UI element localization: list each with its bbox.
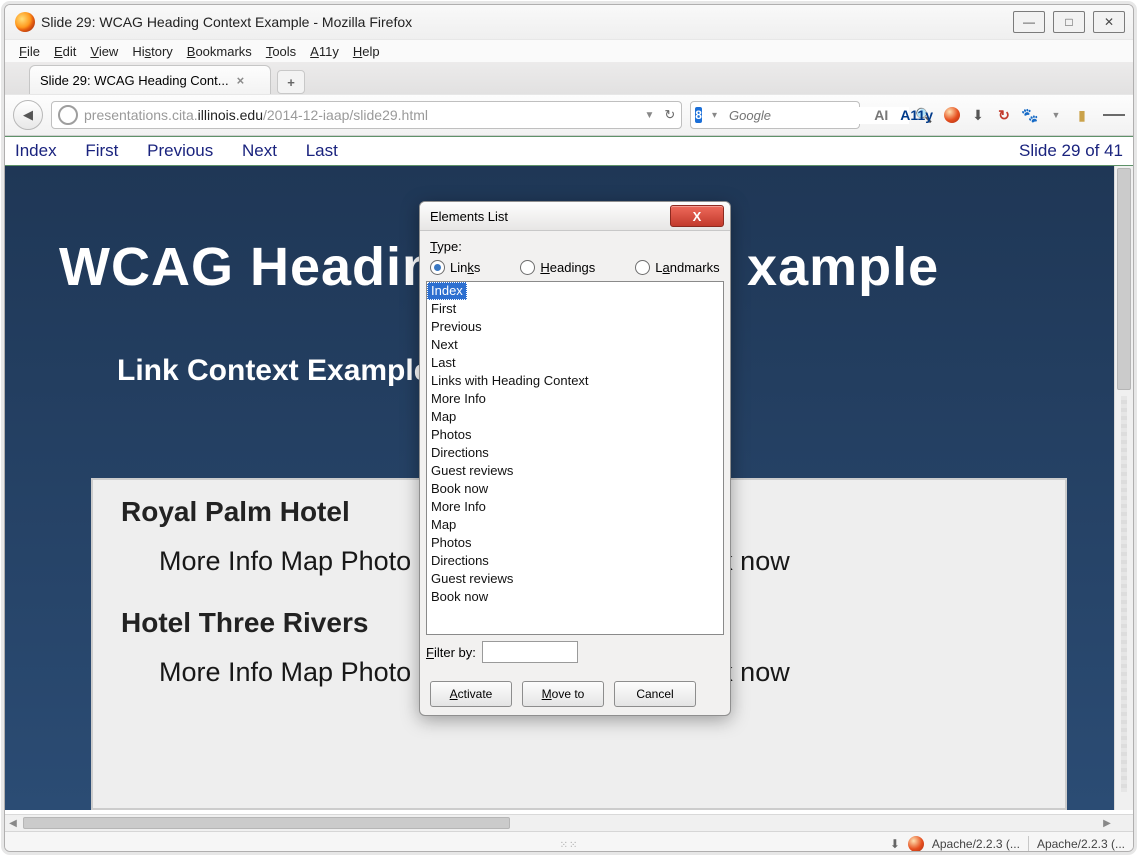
- status-alert-icon[interactable]: [908, 836, 924, 852]
- list-item[interactable]: Index: [427, 282, 467, 300]
- back-button[interactable]: ◀: [13, 100, 43, 130]
- list-item[interactable]: Photos: [427, 534, 723, 552]
- dialog-titlebar[interactable]: Elements List X: [420, 202, 730, 231]
- toolbar-download-icon[interactable]: ⬇: [967, 104, 989, 126]
- toolbar-ai[interactable]: AI: [870, 104, 892, 126]
- menu-tools[interactable]: Tools: [266, 44, 296, 59]
- nav-next[interactable]: Next: [242, 141, 277, 160]
- url-text: presentations.cita.illinois.edu/2014-12-…: [84, 107, 634, 123]
- url-bar[interactable]: presentations.cita.illinois.edu/2014-12-…: [51, 101, 682, 129]
- maximize-button[interactable]: □: [1053, 11, 1085, 33]
- filter-label: Filter by:: [426, 645, 476, 660]
- list-item[interactable]: Guest reviews: [427, 570, 723, 588]
- menu-history[interactable]: History: [132, 44, 172, 59]
- firefox-icon: [15, 12, 35, 32]
- list-item[interactable]: Map: [427, 516, 723, 534]
- type-label: Type:: [430, 239, 720, 254]
- minimize-button[interactable]: —: [1013, 11, 1045, 33]
- reload-icon[interactable]: ↻: [664, 107, 675, 123]
- firefox-window: Slide 29: WCAG Heading Context Example -…: [4, 4, 1134, 852]
- h-scroll-left-icon[interactable]: ◀: [5, 815, 21, 831]
- list-item[interactable]: Guest reviews: [427, 462, 723, 480]
- search-engine-dropdown-icon[interactable]: ▾: [712, 110, 717, 121]
- list-item[interactable]: Map: [427, 408, 723, 426]
- menu-edit[interactable]: Edit: [54, 44, 76, 59]
- status-download-icon[interactable]: ⬇: [890, 837, 900, 851]
- list-item[interactable]: Last: [427, 354, 723, 372]
- nav-first[interactable]: First: [85, 141, 118, 160]
- menu-bookmarks[interactable]: Bookmarks: [187, 44, 252, 59]
- toolbar-reload-icon[interactable]: ↻: [993, 104, 1015, 126]
- menu-view[interactable]: View: [90, 44, 118, 59]
- list-item[interactable]: Previous: [427, 318, 723, 336]
- nav-toolbar: ◀ presentations.cita.illinois.edu/2014-1…: [5, 94, 1133, 136]
- new-tab-button[interactable]: +: [277, 70, 305, 94]
- nav-previous[interactable]: Previous: [147, 141, 213, 160]
- resize-grip-icon: ⁙⁙: [560, 840, 579, 851]
- url-dropdown-icon[interactable]: ▼: [644, 110, 654, 121]
- type-radio-group: Links Headings Landmarks: [430, 260, 720, 275]
- toolbar-paw-icon[interactable]: 🐾: [1019, 104, 1041, 126]
- menu-file[interactable]: File: [19, 44, 40, 59]
- list-item[interactable]: More Info: [427, 498, 723, 516]
- v-scroll-track: [1121, 396, 1127, 792]
- toolbar-pocket-icon[interactable]: ▮: [1071, 104, 1093, 126]
- nav-index[interactable]: Index: [15, 141, 57, 160]
- list-item[interactable]: Links with Heading Context: [427, 372, 723, 390]
- status-apache-2: Apache/2.2.3 (...: [1037, 837, 1125, 851]
- filter-row: Filter by:: [426, 641, 724, 663]
- list-item[interactable]: Next: [427, 336, 723, 354]
- hamburger-menu-button[interactable]: [1103, 104, 1125, 126]
- elements-listbox[interactable]: IndexFirstPreviousNextLastLinks with Hea…: [426, 281, 724, 635]
- filter-input[interactable]: [482, 641, 578, 663]
- tab-close-icon[interactable]: ×: [237, 73, 245, 88]
- list-item[interactable]: More Info: [427, 390, 723, 408]
- activate-button[interactable]: Activate: [430, 681, 512, 707]
- horizontal-scrollbar[interactable]: ◀ ▶ ⁙⁙: [5, 814, 1133, 831]
- menu-a11y[interactable]: A11y: [310, 44, 339, 59]
- v-scroll-thumb[interactable]: [1117, 168, 1131, 390]
- radio-headings[interactable]: Headings: [520, 260, 595, 275]
- menubar: File Edit View History Bookmarks Tools A…: [5, 40, 1133, 62]
- dialog-close-button[interactable]: X: [670, 205, 724, 227]
- cancel-button[interactable]: Cancel: [614, 681, 696, 707]
- site-identity-icon[interactable]: [58, 105, 78, 125]
- slide-counter: Slide 29 of 41: [1019, 141, 1123, 161]
- dialog-title: Elements List: [430, 209, 670, 224]
- titlebar: Slide 29: WCAG Heading Context Example -…: [5, 5, 1133, 40]
- window-title: Slide 29: WCAG Heading Context Example -…: [41, 14, 1013, 30]
- list-item[interactable]: Directions: [427, 552, 723, 570]
- close-button[interactable]: ✕: [1093, 11, 1125, 33]
- vertical-scrollbar[interactable]: [1114, 166, 1133, 810]
- search-engine-icon[interactable]: 8: [695, 107, 702, 123]
- toolbar-alert-icon[interactable]: [941, 104, 963, 126]
- toolbar-paw-dropdown-icon[interactable]: ▼: [1045, 104, 1067, 126]
- list-item[interactable]: Book now: [427, 480, 723, 498]
- menu-help[interactable]: Help: [353, 44, 380, 59]
- tab-active[interactable]: Slide 29: WCAG Heading Cont... ×: [29, 65, 271, 94]
- h-scroll-thumb[interactable]: [23, 817, 510, 829]
- list-item[interactable]: First: [427, 300, 723, 318]
- tab-title: Slide 29: WCAG Heading Cont...: [40, 73, 229, 88]
- toolbar-a11y[interactable]: A11y: [896, 104, 937, 126]
- move-to-button[interactable]: Move to: [522, 681, 604, 707]
- radio-landmarks[interactable]: Landmarks: [635, 260, 719, 275]
- list-item[interactable]: Book now: [427, 588, 723, 606]
- search-bar[interactable]: 8 ▾ 🔍: [690, 101, 860, 129]
- radio-links[interactable]: Links: [430, 260, 480, 275]
- status-apache-1: Apache/2.2.3 (...: [932, 837, 1020, 851]
- list-item[interactable]: Directions: [427, 444, 723, 462]
- h-scroll-right-icon[interactable]: ▶: [1099, 815, 1115, 831]
- elements-list-dialog: Elements List X Type: Links Headings Lan…: [419, 201, 731, 716]
- list-item[interactable]: Photos: [427, 426, 723, 444]
- slide-nav: Index First Previous Next Last Slide 29 …: [5, 136, 1133, 166]
- tab-strip: Slide 29: WCAG Heading Cont... × +: [5, 62, 1133, 94]
- status-separator: [1028, 836, 1029, 852]
- nav-last[interactable]: Last: [306, 141, 338, 160]
